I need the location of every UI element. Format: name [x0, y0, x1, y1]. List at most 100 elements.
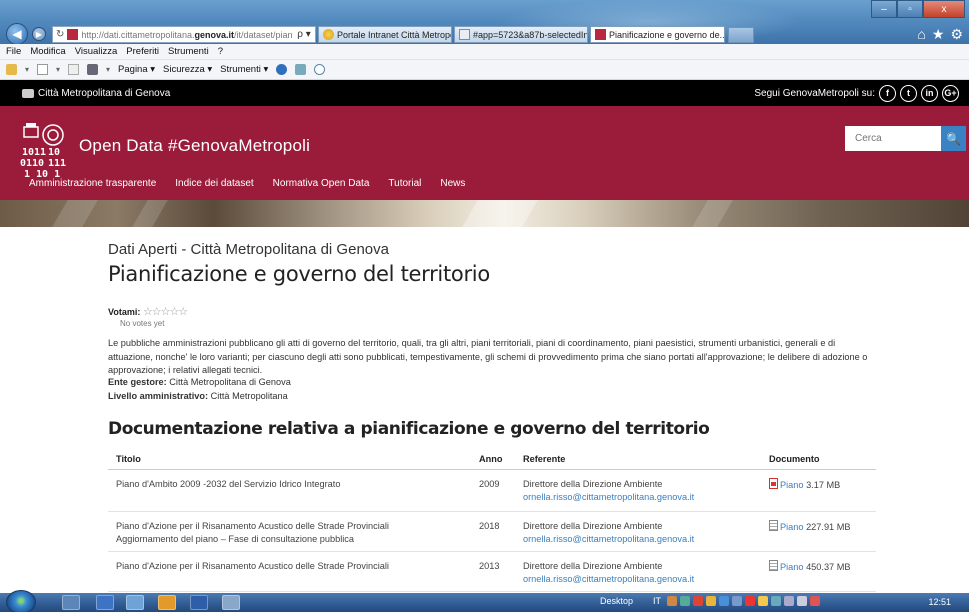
- power-icon[interactable]: [810, 596, 821, 606]
- tab-label: Portale Intranet Città Metropol...: [337, 29, 452, 40]
- home-icon[interactable]: ⌂: [917, 26, 925, 43]
- livello-value: Città Metropolitana: [210, 391, 288, 401]
- tray-icon[interactable]: [667, 596, 678, 606]
- nav-indice-dataset[interactable]: Indice dei dataset: [175, 178, 253, 189]
- help-icon[interactable]: [276, 64, 288, 75]
- favorites-icon[interactable]: ★: [932, 26, 945, 43]
- menu-modifica[interactable]: Modifica: [30, 46, 65, 57]
- org-name: Città Metropolitana di Genova: [38, 87, 171, 99]
- tray-icon[interactable]: [693, 596, 704, 606]
- cell-referente: Direttore della Direzione Ambiente ornel…: [515, 551, 761, 592]
- nav-amministrazione-trasparente[interactable]: Amministrazione trasparente: [29, 178, 156, 189]
- referente-email-link[interactable]: ornella.risso@cittametropolitana.genova.…: [523, 491, 761, 504]
- menu-bar: File Modifica Visualizza Preferiti Strum…: [0, 44, 969, 60]
- clock[interactable]: 12:51: [928, 597, 951, 607]
- document-link[interactable]: Piano: [780, 480, 804, 490]
- svg-text:111: 111: [48, 158, 66, 169]
- rating-stars-icon[interactable]: ☆☆☆☆☆: [143, 306, 188, 318]
- address-search-icon[interactable]: ρ ▾: [293, 29, 315, 40]
- referente-email-link[interactable]: ornella.risso@cittametropolitana.genova.…: [523, 573, 761, 586]
- taskbar-office-icon[interactable]: [158, 595, 176, 610]
- twitter-icon[interactable]: t: [900, 84, 917, 102]
- zoom-icon[interactable]: [314, 64, 326, 75]
- referente-email-link[interactable]: ornella.risso@cittametropolitana.genova.…: [523, 533, 761, 546]
- col-documento: Documento: [761, 449, 876, 470]
- tab-label: Pianificazione e governo de...: [609, 29, 725, 40]
- address-url[interactable]: http://dati.cittametropolitana.genova.it…: [81, 30, 293, 40]
- cell-titolo: Piano d'Azione per il Risanamento Acusti…: [108, 511, 471, 552]
- banner-detail: [692, 200, 733, 227]
- nav-news[interactable]: News: [440, 178, 465, 189]
- tray-icon[interactable]: [680, 596, 691, 606]
- volume-icon[interactable]: [797, 596, 808, 606]
- titolo-line: Piano d'Ambito 2009 -2032 del Servizio I…: [116, 478, 341, 489]
- search-button[interactable]: 🔍: [941, 126, 966, 151]
- menu-visualizza[interactable]: Visualizza: [75, 46, 118, 57]
- titolo-line: Piano d'Azione per il Risanamento Acusti…: [116, 560, 389, 571]
- feeds-icon[interactable]: [37, 64, 49, 75]
- taskbar-app-icon[interactable]: [222, 595, 240, 610]
- main-nav: Amministrazione trasparente Indice dei d…: [29, 178, 465, 189]
- mail-icon[interactable]: [68, 64, 80, 75]
- menu-strumenti-cmd[interactable]: Strumenti ▾: [220, 64, 268, 75]
- taskbar-word-icon[interactable]: [190, 595, 208, 610]
- facebook-icon[interactable]: f: [879, 84, 896, 102]
- document-size: 3.17 MB: [806, 479, 841, 490]
- back-button[interactable]: ◀: [6, 23, 28, 45]
- banner-detail: [462, 200, 538, 227]
- site-title[interactable]: Open Data #GenovaMetropoli: [79, 136, 310, 156]
- tray-icon[interactable]: [758, 596, 769, 606]
- menu-preferiti[interactable]: Preferiti: [126, 46, 159, 57]
- tab-intranet[interactable]: Portale Intranet Città Metropol...: [318, 26, 452, 43]
- forward-button[interactable]: ▶: [32, 27, 46, 41]
- tray-icon[interactable]: [706, 596, 717, 606]
- menu-strumenti[interactable]: Strumenti: [168, 46, 209, 57]
- menu-help[interactable]: ?: [218, 46, 223, 57]
- desktop-toolbar[interactable]: Desktop: [600, 596, 633, 606]
- nav-tutorial[interactable]: Tutorial: [388, 178, 421, 189]
- address-bar[interactable]: ↻ http://dati.cittametropolitana.genova.…: [52, 26, 316, 43]
- search-input[interactable]: [845, 126, 941, 151]
- tray-icon[interactable]: [771, 596, 782, 606]
- tray-icon[interactable]: [745, 596, 756, 606]
- tab-pianificazione[interactable]: Pianificazione e governo de... ×: [590, 26, 725, 43]
- tab-app[interactable]: #app=5723&a87b-selectedInd...: [454, 26, 588, 43]
- taskbar-explorer-icon[interactable]: [126, 595, 144, 610]
- menu-file[interactable]: File: [6, 46, 21, 57]
- language-indicator[interactable]: IT: [653, 596, 661, 606]
- document-link[interactable]: Piano: [780, 522, 804, 532]
- settings-gear-icon[interactable]: ⚙: [950, 26, 963, 43]
- ente-label: Ente gestore:: [108, 377, 167, 387]
- document-link[interactable]: Piano: [780, 562, 804, 572]
- open-data-logo-icon[interactable]: 1011 10 0110 111 1 10 1: [20, 121, 70, 179]
- dropdown-icon[interactable]: ▾: [106, 65, 110, 74]
- referente-name: Direttore della Direzione Ambiente: [523, 520, 663, 531]
- menu-pagina[interactable]: Pagina ▾: [118, 64, 155, 75]
- tray-icon[interactable]: [719, 596, 730, 606]
- tray-icon[interactable]: [732, 596, 743, 606]
- new-tab-button[interactable]: [728, 27, 754, 43]
- taskbar-outlook-icon[interactable]: [96, 595, 114, 610]
- no-votes-text: No votes yet: [120, 319, 165, 328]
- search-icon: 🔍: [946, 131, 961, 146]
- network-icon[interactable]: [784, 596, 795, 606]
- maximize-button[interactable]: ▫: [897, 0, 923, 18]
- cell-anno: 2009: [471, 469, 515, 512]
- taskbar-ie-icon[interactable]: [62, 595, 80, 610]
- dropdown-icon[interactable]: ▾: [56, 65, 60, 74]
- menu-sicurezza[interactable]: Sicurezza ▾: [163, 64, 212, 75]
- dropdown-icon[interactable]: ▾: [25, 65, 29, 74]
- home-cmd-icon[interactable]: [6, 64, 17, 75]
- youtube-icon[interactable]: in: [921, 84, 938, 102]
- nav-normativa-open-data[interactable]: Normativa Open Data: [273, 178, 370, 189]
- addon-icon[interactable]: [295, 64, 307, 75]
- cell-documento: Piano 450.37 MB: [761, 551, 876, 592]
- taskbar-tray: Desktop IT: [600, 596, 821, 606]
- minimize-button[interactable]: –: [871, 0, 897, 18]
- refresh-icon[interactable]: ↻: [56, 29, 64, 40]
- googleplus-icon[interactable]: G+: [942, 84, 959, 102]
- close-window-button[interactable]: x: [923, 0, 965, 18]
- print-icon[interactable]: [87, 64, 99, 75]
- start-button[interactable]: [6, 590, 36, 612]
- org-link[interactable]: Città Metropolitana di Genova: [22, 88, 170, 99]
